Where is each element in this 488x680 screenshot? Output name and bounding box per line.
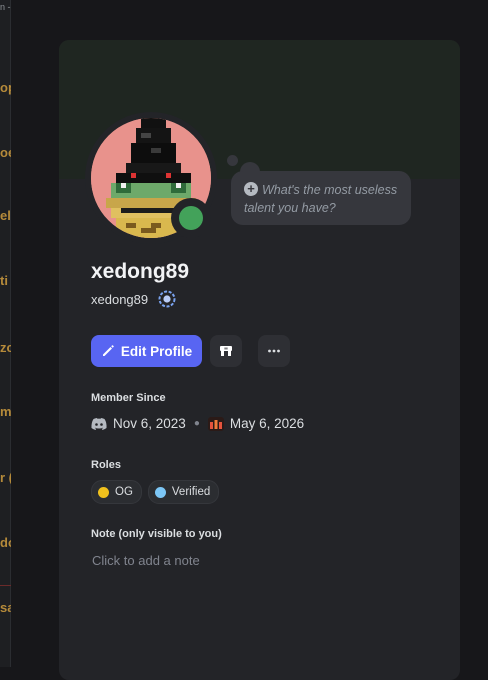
custom-status-placeholder: What's the most useless talent you have? xyxy=(244,183,398,215)
separator-dot: ● xyxy=(193,418,200,429)
nitro-badge-icon[interactable] xyxy=(158,290,176,308)
ellipsis-icon xyxy=(268,349,280,353)
left-fragment[interactable]: op xyxy=(0,80,11,95)
left-fragment[interactable]: zc xyxy=(0,340,11,355)
thought-bubble-dot xyxy=(227,155,238,166)
note-input[interactable]: Click to add a note xyxy=(92,553,200,568)
custom-status-bubble[interactable]: + What's the most useless talent you hav… xyxy=(231,171,411,225)
online-status-icon xyxy=(179,206,203,230)
role-color-icon xyxy=(98,486,109,498)
roles-list: OG Verified xyxy=(91,480,220,504)
member-since-row: Nov 6, 2023 ● May 6, 2026 xyxy=(91,416,304,431)
server-icon xyxy=(207,416,224,431)
role-name: OG xyxy=(115,486,133,498)
status-indicator[interactable] xyxy=(171,198,211,238)
left-fragment[interactable]: do xyxy=(0,535,11,550)
channel-list-edge: n - op oe el ti zc m r ( do sa xyxy=(0,0,11,667)
username-row: xedong89 xyxy=(91,290,176,308)
left-fragment[interactable]: sa xyxy=(0,600,11,615)
profile-card: + What's the most useless talent you hav… xyxy=(59,40,460,680)
avatar-container[interactable] xyxy=(85,112,217,244)
left-fragment[interactable]: r ( xyxy=(0,470,11,485)
display-name: xedong89 xyxy=(91,260,190,283)
role-color-icon xyxy=(154,486,166,498)
role-og[interactable]: OG xyxy=(91,480,142,504)
activity-button[interactable] xyxy=(210,335,242,367)
roles-heading: Roles xyxy=(91,459,121,471)
left-fragment[interactable]: oe xyxy=(0,145,11,160)
discord-join-date: Nov 6, 2023 xyxy=(113,416,186,431)
left-fragment[interactable]: m xyxy=(0,404,11,419)
column-divider xyxy=(10,0,11,667)
left-fragment[interactable]: el xyxy=(0,208,11,223)
edit-profile-button[interactable]: Edit Profile xyxy=(91,335,202,367)
discord-logo-icon xyxy=(91,417,107,430)
note-heading: Note (only visible to you) xyxy=(91,528,222,540)
member-since-heading: Member Since xyxy=(91,392,166,404)
profile-actions: Edit Profile xyxy=(91,335,290,367)
unread-divider xyxy=(0,585,11,586)
edit-profile-label: Edit Profile xyxy=(120,343,193,359)
controller-icon xyxy=(220,346,232,356)
left-top-fragment: n - xyxy=(0,2,11,12)
role-verified[interactable]: Verified xyxy=(147,480,220,504)
pencil-icon xyxy=(102,345,114,356)
role-name: Verified xyxy=(171,486,211,498)
more-options-button[interactable] xyxy=(258,335,290,367)
username[interactable]: xedong89 xyxy=(91,292,148,307)
left-fragment[interactable]: ti xyxy=(0,273,8,288)
server-join-date: May 6, 2026 xyxy=(229,416,305,431)
